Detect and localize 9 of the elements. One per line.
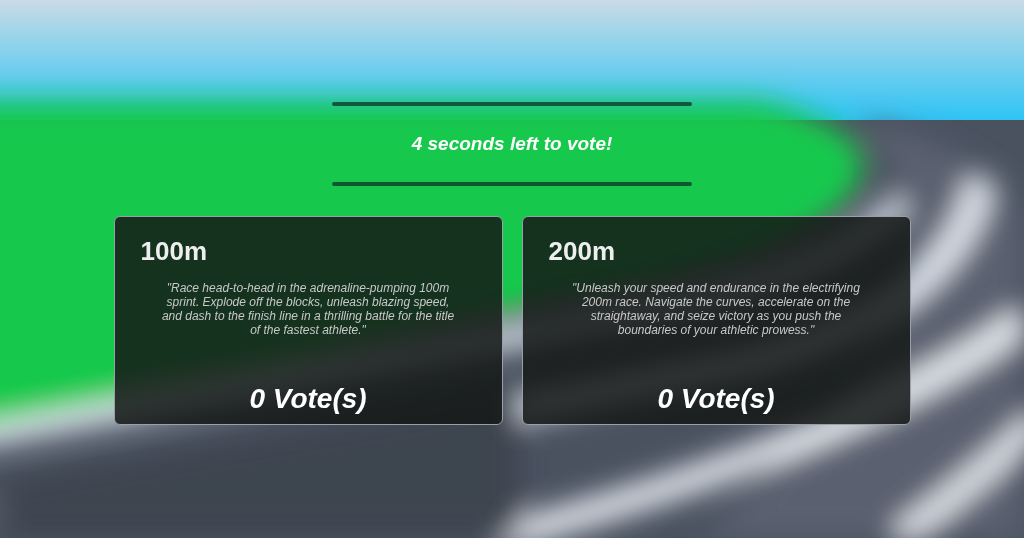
race-description: "Race head-to-head in the adrenaline-pumping 100m sprint. Explode off the blocks, unleash blazing speed, and dash to the finish line in a thrilling battle for the title of the fastest athlete." [160, 281, 456, 337]
vote-timer: 4 seconds left to vote! [411, 132, 613, 156]
race-title: 200m [548, 235, 616, 267]
race-option-card[interactable] [521, 216, 911, 425]
race-description: "Unleash your speed and endurance in the electrifying 200m race. Navigate the curves, accelerate on the straightaway, and seize victory as you push the boundaries of your athletic prowess." [571, 281, 861, 337]
vote-count: 0 Vote(s) [656, 382, 776, 416]
race-title: 100m [140, 235, 208, 267]
race-option-card[interactable] [113, 216, 503, 425]
vote-count: 0 Vote(s) [248, 382, 368, 416]
